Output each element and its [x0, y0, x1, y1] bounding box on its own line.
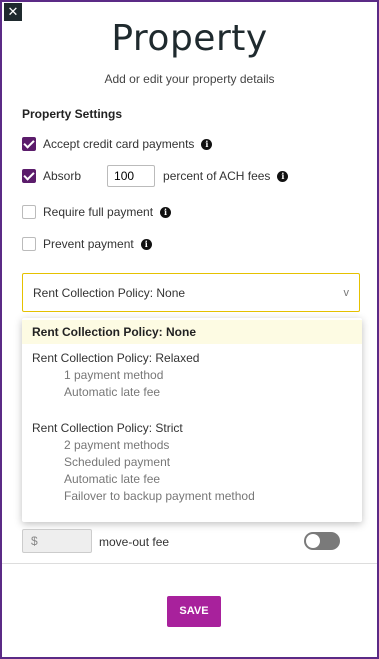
- absorb-suffix-label: percent of ACH fees: [163, 169, 271, 183]
- save-button[interactable]: SAVE: [167, 596, 221, 627]
- absorb-checkbox[interactable]: [22, 169, 36, 183]
- policy-detail: Automatic late fee: [64, 385, 161, 399]
- chevron-down-icon: v: [343, 286, 350, 299]
- move-out-fee-toggle[interactable]: [304, 532, 340, 550]
- rent-policy-select[interactable]: Rent Collection Policy: None v: [22, 273, 360, 312]
- policy-detail: Failover to backup payment method: [64, 489, 255, 503]
- require-full-checkbox[interactable]: [22, 205, 36, 219]
- accept-credit-label: Accept credit card payments: [43, 137, 195, 151]
- info-icon[interactable]: i: [160, 206, 172, 218]
- policy-detail: Automatic late fee: [64, 472, 161, 486]
- policy-option-strict[interactable]: Rent Collection Policy: Strict: [32, 421, 183, 435]
- rent-policy-value: Rent Collection Policy: None: [33, 285, 186, 300]
- require-full-row: Require full payment i: [22, 205, 172, 219]
- require-full-label: Require full payment: [43, 205, 154, 219]
- prevent-payment-checkbox[interactable]: [22, 237, 36, 251]
- policy-detail: 1 payment method: [64, 368, 164, 382]
- section-title: Property Settings: [22, 107, 123, 121]
- rent-policy-dropdown: Rent Collection Policy: None Rent Collec…: [22, 318, 362, 522]
- policy-detail: 2 payment methods: [64, 438, 170, 452]
- absorb-percent-input[interactable]: [107, 165, 156, 187]
- move-out-fee-input[interactable]: $: [22, 529, 92, 553]
- absorb-label: Absorb: [43, 169, 82, 183]
- info-icon[interactable]: i: [201, 138, 213, 150]
- absorb-row: Absorb percent of ACH fees i: [22, 165, 289, 187]
- divider: [2, 563, 377, 564]
- info-icon[interactable]: i: [277, 170, 289, 182]
- policy-detail: Scheduled payment: [64, 455, 171, 469]
- info-icon[interactable]: i: [140, 238, 152, 250]
- accept-credit-checkbox[interactable]: [22, 137, 36, 151]
- accept-credit-row: Accept credit card payments i: [22, 137, 213, 151]
- policy-option-relaxed[interactable]: Rent Collection Policy: Relaxed: [32, 351, 199, 365]
- policy-option-none[interactable]: Rent Collection Policy: None: [22, 320, 362, 344]
- page-subtitle: Add or edit your property details: [104, 72, 275, 86]
- move-out-fee-label: move-out fee: [99, 535, 170, 549]
- page-title: Property: [111, 18, 268, 59]
- prevent-payment-row: Prevent payment i: [22, 237, 152, 251]
- prevent-payment-label: Prevent payment: [43, 237, 134, 251]
